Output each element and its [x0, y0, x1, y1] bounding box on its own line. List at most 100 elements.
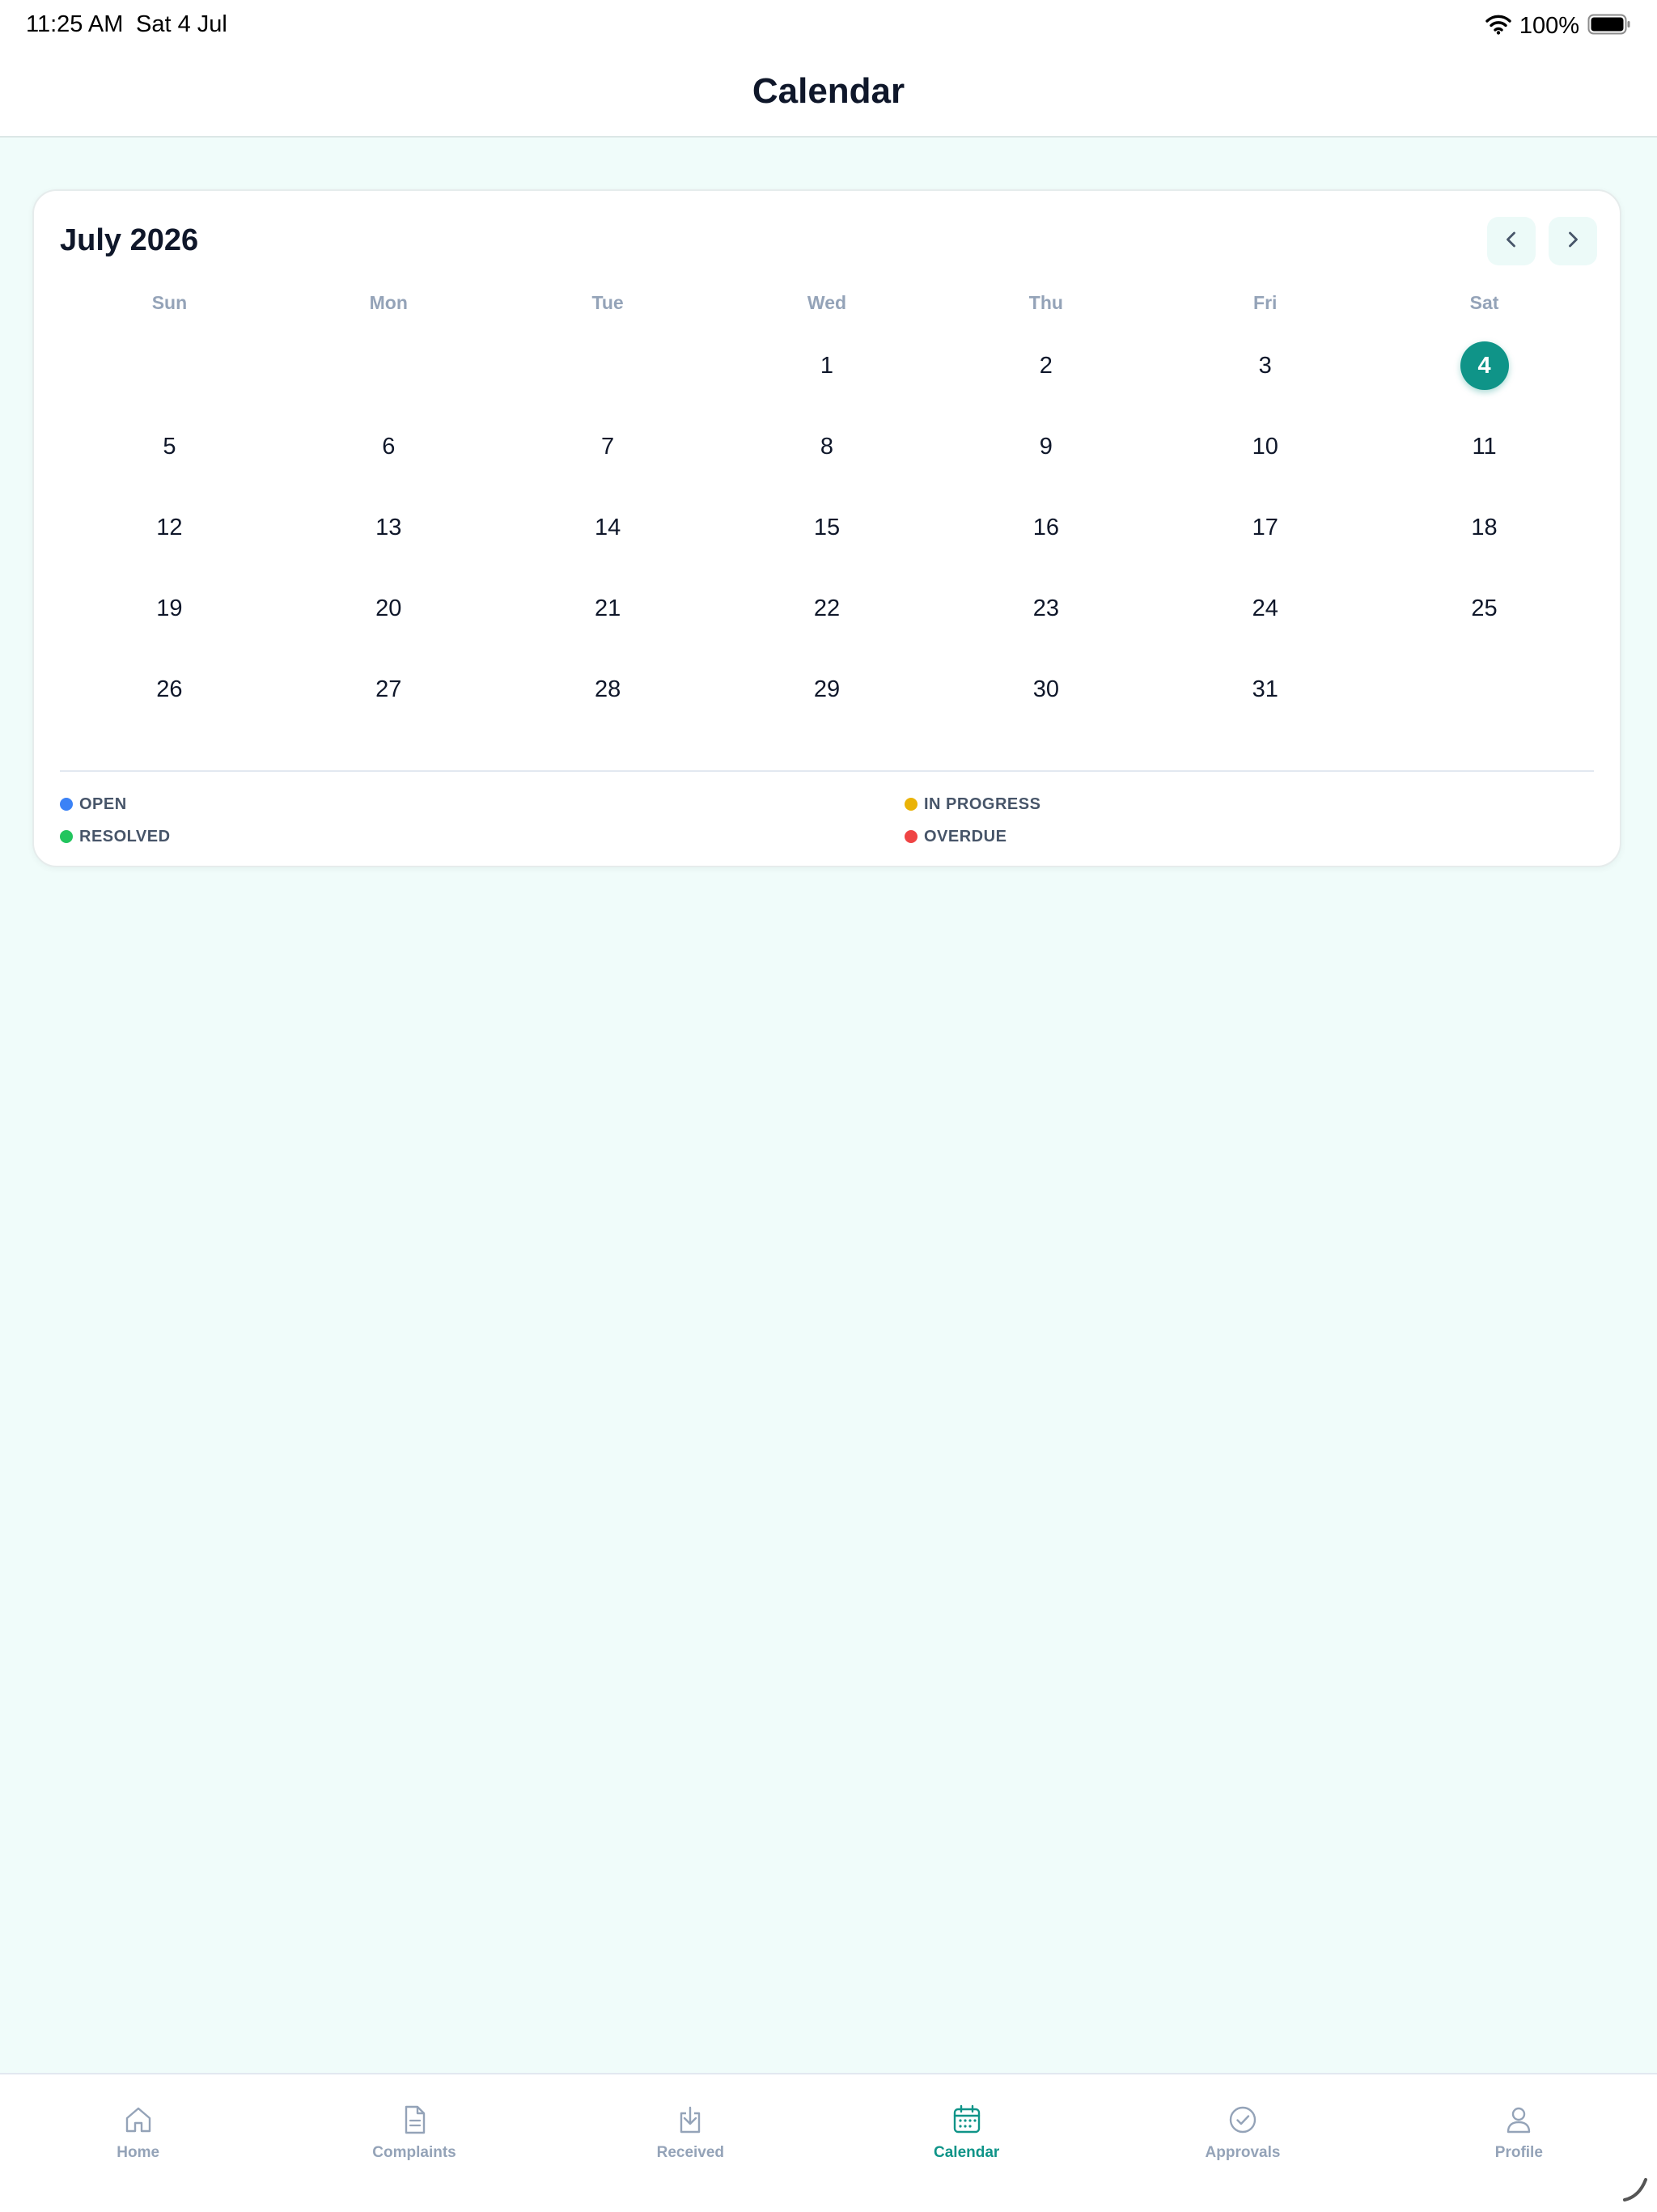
day-cell[interactable]: 24	[1155, 568, 1375, 649]
empty-day-cell	[498, 325, 718, 406]
day-number: 20	[375, 595, 402, 621]
day-cell[interactable]: 25	[1375, 568, 1594, 649]
day-number: 28	[594, 676, 621, 702]
inbox-download-icon	[672, 2102, 708, 2138]
day-number: 9	[1039, 433, 1053, 460]
day-number: 19	[156, 595, 183, 621]
day-number: 13	[375, 514, 402, 540]
day-cell[interactable]: 23	[936, 568, 1155, 649]
next-month-button[interactable]	[1549, 217, 1597, 265]
legend-label: RESOLVED	[79, 827, 171, 845]
day-cell[interactable]: 22	[718, 568, 937, 649]
day-number: 3	[1258, 352, 1272, 379]
weekday-label: Wed	[807, 292, 847, 313]
day-number: 22	[813, 595, 841, 621]
day-cell[interactable]: 1	[718, 325, 937, 406]
tab-label: Received	[656, 2144, 725, 2161]
legend-dot-overdue	[905, 830, 917, 843]
day-cell[interactable]: 15	[718, 487, 937, 568]
battery-icon	[1587, 14, 1631, 39]
day-cell[interactable]: 6	[279, 406, 498, 487]
day-number: 23	[1032, 595, 1059, 621]
day-cell[interactable]: 28	[498, 649, 718, 730]
day-number: 31	[1252, 676, 1278, 702]
day-number: 1	[820, 352, 834, 379]
day-cell[interactable]: 21	[498, 568, 718, 649]
day-number: 29	[813, 676, 841, 702]
day-number: 6	[382, 433, 396, 460]
weekday-label: Tue	[591, 292, 624, 313]
day-cell[interactable]: 11	[1375, 406, 1594, 487]
weekday-label: Sun	[151, 292, 188, 313]
page-title: Calendar	[752, 71, 905, 111]
day-cell[interactable]: 20	[279, 568, 498, 649]
calendar-icon	[949, 2102, 985, 2138]
day-number: 30	[1032, 676, 1059, 702]
legend-label: IN PROGRESS	[924, 795, 1041, 813]
day-cell[interactable]: 30	[936, 649, 1155, 730]
weekday-header: Sun Mon Tue Wed Thu Fri Sat	[60, 286, 1594, 319]
day-cell[interactable]: 18	[1375, 487, 1594, 568]
tab-label: Approvals	[1205, 2144, 1281, 2161]
days-grid: 1 2 3 4 5 6 7 8 9 10 11 12 13 14 15 16 17 18 19 20 21 22 23 24 2…	[60, 325, 1594, 730]
legend-label: OVERDUE	[924, 827, 1007, 845]
day-cell[interactable]: 13	[279, 487, 498, 568]
check-circle-icon	[1225, 2102, 1261, 2138]
day-cell[interactable]: 29	[718, 649, 937, 730]
status-indicators: 100%	[1485, 10, 1631, 42]
day-number: 8	[820, 433, 834, 460]
day-number: 12	[156, 514, 183, 540]
tab-complaints[interactable]: Complaints	[276, 2074, 552, 2212]
day-cell[interactable]: 10	[1155, 406, 1375, 487]
chevron-left-icon	[1499, 227, 1524, 256]
day-cell[interactable]: 27	[279, 649, 498, 730]
day-number: 26	[156, 676, 183, 702]
day-number: 18	[1471, 514, 1498, 540]
chevron-right-icon	[1561, 227, 1585, 256]
legend-item-open: OPEN	[60, 793, 905, 816]
header: Calendar	[0, 52, 1657, 138]
tab-home[interactable]: Home	[0, 2074, 276, 2212]
tab-profile[interactable]: Profile	[1381, 2074, 1657, 2212]
day-cell[interactable]: 8	[718, 406, 937, 487]
day-cell[interactable]: 5	[60, 406, 279, 487]
day-cell[interactable]: 12	[60, 487, 279, 568]
day-number: 10	[1252, 433, 1278, 460]
legend-item-in-progress: IN PROGRESS	[905, 793, 1594, 816]
day-number	[145, 341, 193, 390]
previous-month-button[interactable]	[1487, 217, 1536, 265]
day-number	[583, 341, 632, 390]
status-bar: 11:25 AM Sat 4 Jul 100%	[0, 0, 1657, 52]
day-cell[interactable]: 14	[498, 487, 718, 568]
month-title: July 2026	[60, 223, 199, 257]
day-number	[364, 341, 413, 390]
legend-dot-in-progress	[905, 798, 917, 811]
status-legend: OPEN IN PROGRESS RESOLVED OVERDUE	[60, 793, 1594, 848]
day-cell[interactable]: 3	[1155, 325, 1375, 406]
empty-day-cell	[60, 325, 279, 406]
day-cell[interactable]: 2	[936, 325, 1155, 406]
resize-handle-icon[interactable]	[1621, 2175, 1649, 2202]
day-number: 15	[813, 514, 841, 540]
tab-received[interactable]: Received	[553, 2074, 828, 2212]
day-cell[interactable]: 26	[60, 649, 279, 730]
day-number	[1460, 665, 1509, 714]
day-number: 24	[1252, 595, 1278, 621]
calendar-card: July 2026 Sun Mon Tue Wed Thu Fri Sat 12…	[32, 189, 1621, 867]
day-cell[interactable]: 9	[936, 406, 1155, 487]
day-cell[interactable]: 4	[1375, 325, 1594, 406]
day-cell[interactable]: 17	[1155, 487, 1375, 568]
day-cell[interactable]: 19	[60, 568, 279, 649]
day-number: 4	[1460, 341, 1509, 390]
tab-label: Complaints	[372, 2144, 456, 2161]
day-cell[interactable]: 31	[1155, 649, 1375, 730]
tab-approvals[interactable]: Approvals	[1104, 2074, 1380, 2212]
empty-day-cell	[1375, 649, 1594, 730]
day-cell[interactable]: 7	[498, 406, 718, 487]
tab-label: Home	[117, 2144, 160, 2161]
day-cell[interactable]: 16	[936, 487, 1155, 568]
empty-day-cell	[279, 325, 498, 406]
tab-bar: Home Complaints Received Calendar Approv…	[0, 2073, 1657, 2212]
battery-percentage: 100%	[1519, 12, 1579, 39]
tab-calendar[interactable]: Calendar	[828, 2074, 1104, 2212]
